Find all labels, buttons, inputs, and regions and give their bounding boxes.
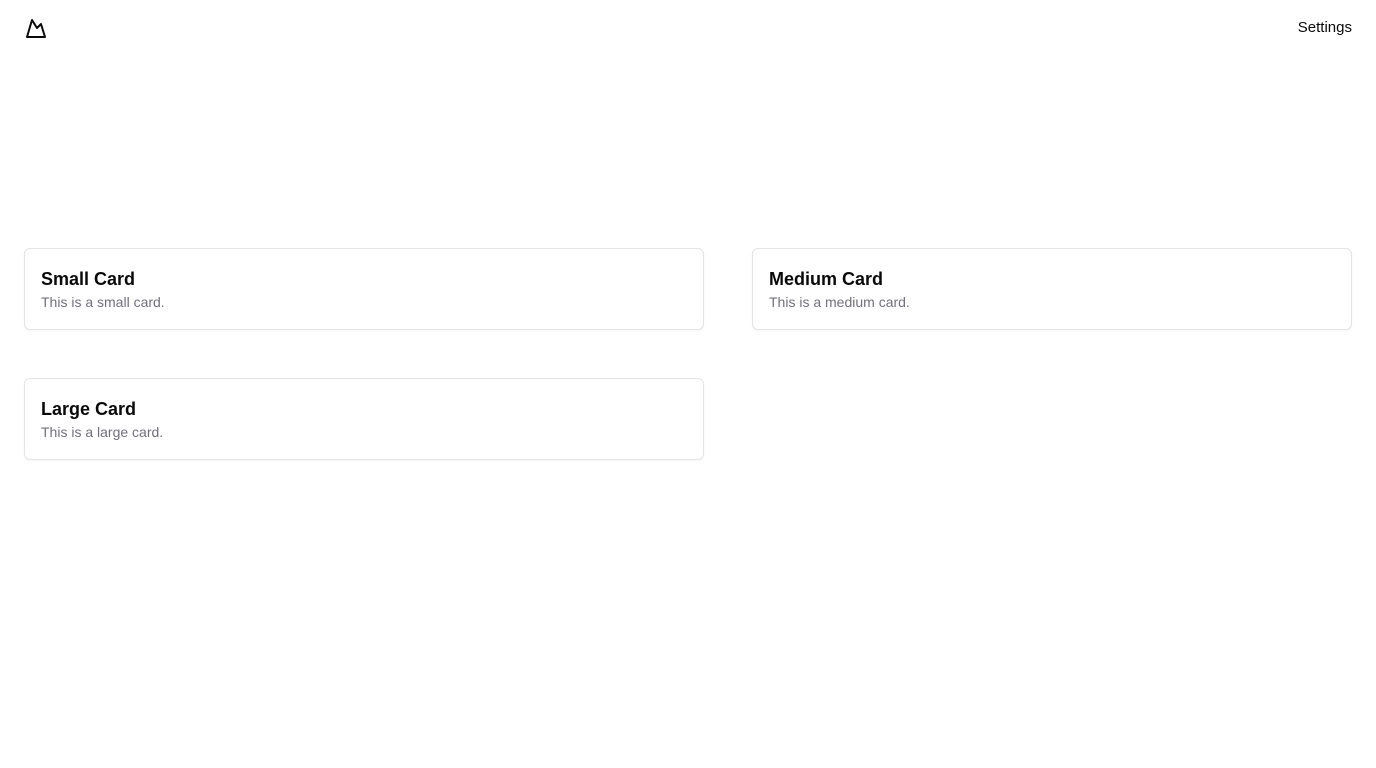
medium-card: Medium Card This is a medium card. [752,248,1352,330]
large-card: Large Card This is a large card. [24,378,704,460]
card-title: Large Card [41,399,137,419]
card-description: This is a medium card. [769,294,910,310]
card-description: This is a large card. [41,424,164,440]
card-grid: Small Card This is a small card. Medium … [24,248,1352,460]
card-title: Small Card [41,269,136,289]
card-description: This is a small card. [41,294,165,310]
settings-link[interactable]: Settings [1298,18,1352,38]
top-navbar: Settings [0,0,1376,56]
small-card: Small Card This is a small card. [24,248,704,330]
mountain-logo-icon[interactable] [24,16,48,40]
card-title: Medium Card [769,269,884,289]
